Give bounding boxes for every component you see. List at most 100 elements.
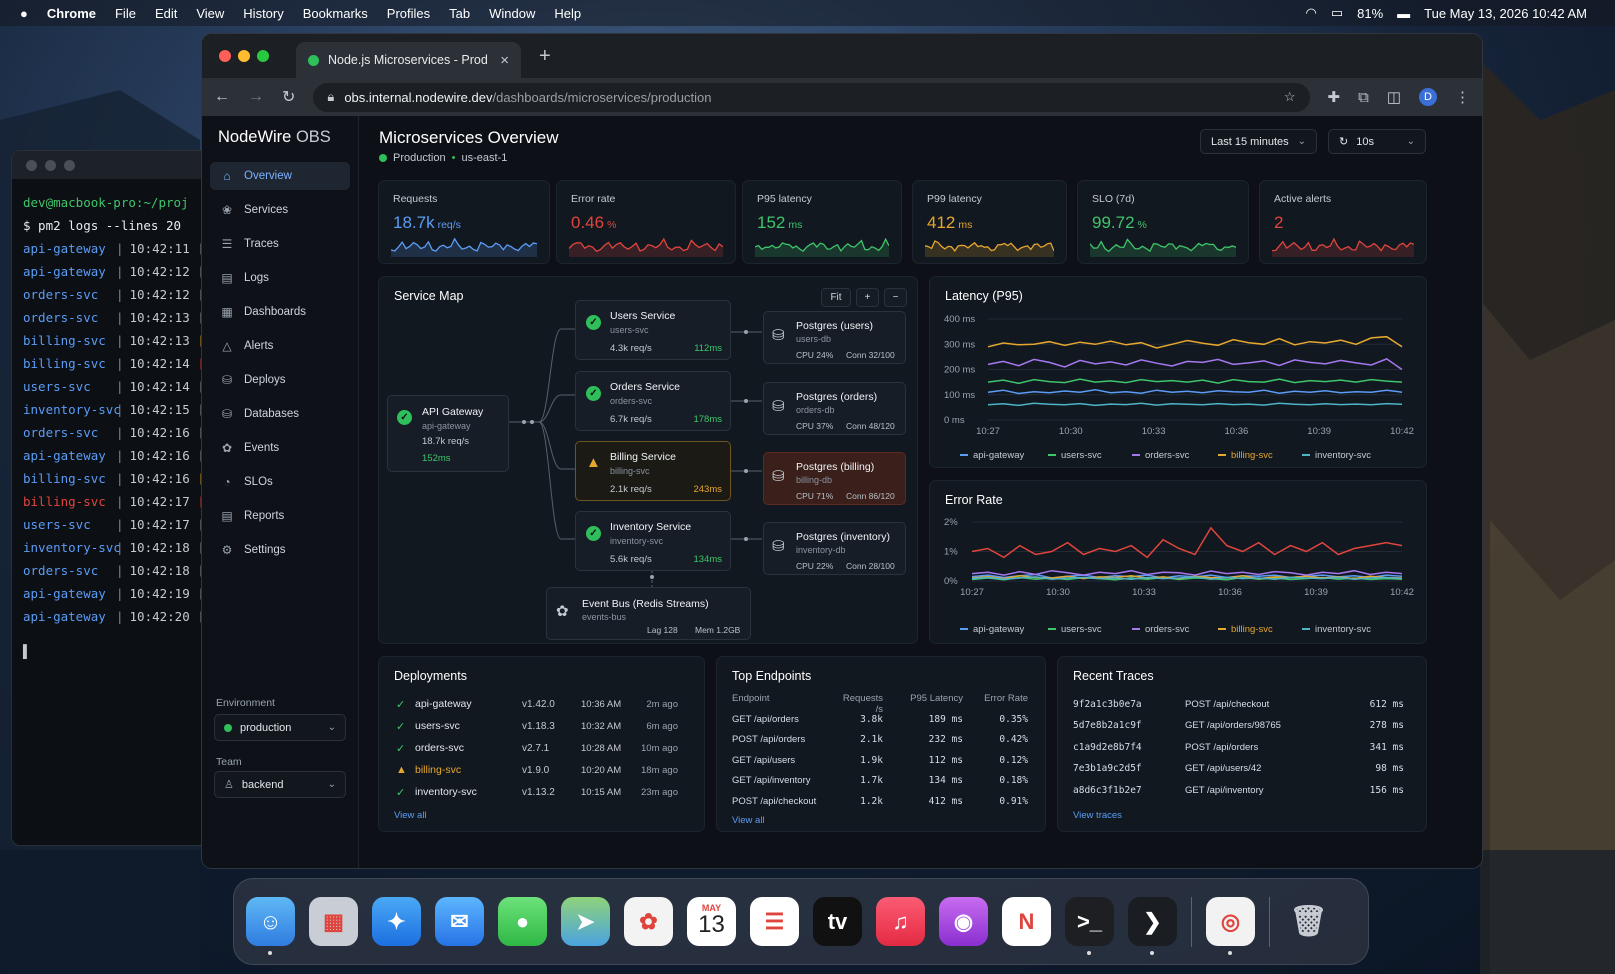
sidebar-item-reports[interactable]: ▤ Reports [210,502,350,530]
dock-mail-icon[interactable]: ✉ [435,897,484,946]
new-tab-button[interactable]: + [539,45,551,68]
deployment-row[interactable]: ▲ billing-svc v1.9.0 10:20 AM 18m ago [379,759,704,781]
sidebar-item-slos[interactable]: ◔ SLOs [210,468,350,496]
sidebar-item-traces[interactable]: ☰ Traces [210,230,350,258]
sidebar-item-overview[interactable]: ⌂ Overview [210,162,350,190]
sidebar-item-deploys[interactable]: ⛁ Deploys [210,366,350,394]
clock[interactable]: Tue May 13, 2026 10:42 AM [1424,6,1587,21]
forward-icon[interactable]: → [248,88,264,106]
battery-percent[interactable]: 81% [1357,6,1383,21]
zoom-dot[interactable] [64,159,75,171]
node-orders-svc[interactable]: ✓ Orders Service orders-svc 6.7k req/s 178ms [575,371,731,431]
kpi-card-requests[interactable]: Requests 18.7k req/s [378,180,550,264]
trace-row[interactable]: 9f2a1c3b0e7a POST /api/checkout 612 ms [1058,693,1426,715]
terminal-output[interactable]: dev@macbook-pro:~/proj $ pm2 logs --line… [12,179,210,663]
dock-maps-icon[interactable]: ➤ [561,897,610,946]
extensions-icon[interactable]: ✚ [1328,88,1341,106]
menu-help[interactable]: Help [554,6,581,21]
terminal-window[interactable]: dev@macbook-pro:~/proj $ pm2 logs --line… [11,150,211,846]
endpoint-row[interactable]: GET /api/orders 3.8k 189 ms 0.35% [717,708,1045,730]
zoom-window-button[interactable] [257,50,269,62]
bookmark-star-icon[interactable]: ☆ [1284,89,1296,105]
reload-icon[interactable]: ↻ [282,87,295,107]
address-bar[interactable]: 🔒︎ obs.internal.nodewire.dev/dashboards/… [313,82,1310,112]
sidebar-item-dashboards[interactable]: ▦ Dashboards [210,298,350,326]
node-inventory-db[interactable]: ⛁ Postgres (inventory) inventory-db CPU 22%… [763,522,906,575]
sidebar-item-alerts[interactable]: △ Alerts [210,332,350,360]
trace-row[interactable]: 7e3b1a9c2d5f GET /api/users/42 98 ms [1058,758,1426,780]
menu-edit[interactable]: Edit [155,6,177,21]
dock-podcasts-icon[interactable]: ◉ [939,897,988,946]
dock-music-icon[interactable]: ♫ [876,897,925,946]
kpi-card-p99-latency[interactable]: P99 latency 412 ms [912,180,1067,264]
dock-finder-icon[interactable]: ☺ [246,897,295,955]
menu-file[interactable]: File [115,6,136,21]
deployments-view-all-link[interactable]: View all [394,810,427,821]
menu-tab[interactable]: Tab [449,6,470,21]
wifi-icon[interactable]: ◠ [1305,5,1316,21]
refresh-interval-select[interactable]: ↻ 10s ⌄ [1328,129,1426,154]
time-range-select[interactable]: Last 15 minutes ⌄ [1200,129,1317,154]
sidebar-item-logs[interactable]: ▤ Logs [210,264,350,292]
menu-profiles[interactable]: Profiles [387,6,430,21]
deployment-row[interactable]: ✓ api-gateway v1.42.0 10:36 AM 2m ago [379,693,704,715]
node-orders-db[interactable]: ⛁ Postgres (orders) orders-db CPU 37% Conn 4… [763,382,906,435]
dock-trash-icon[interactable]: 🗑 [1284,897,1333,946]
sidebar-item-databases[interactable]: ⛁ Databases [210,400,350,428]
node-billing-db[interactable]: ⛁ Postgres (billing) billing-db CPU 71% Conn… [763,452,906,505]
dock-calendar-icon[interactable]: MAY 13 [687,897,736,946]
battery-small-icon[interactable]: ▭ [1331,5,1343,21]
dock-news-icon[interactable]: N [1002,897,1051,946]
deployment-row[interactable]: ✓ inventory-svc v1.13.2 10:15 AM 23m ago [379,781,704,803]
team-select[interactable]: ♙ backend ⌄ [214,771,346,798]
dock-vscode-icon[interactable]: ❯ [1128,897,1177,955]
apple-icon[interactable]: ● [20,6,28,21]
kpi-card-p95-latency[interactable]: P95 latency 152 ms [742,180,902,264]
dock-chrome-icon[interactable]: ◎ [1206,897,1255,955]
trace-row[interactable]: 5d7e8b2a1c9f GET /api/orders/98765 278 ms [1058,715,1426,737]
app-menu-chrome[interactable]: Chrome [47,6,96,21]
dock-messages-icon[interactable]: ● [498,897,547,946]
environment-select[interactable]: production ⌄ [214,714,346,741]
dock-tv-icon[interactable]: tv [813,897,862,946]
dock-launchpad-icon[interactable]: ▦ [309,897,358,946]
brand-logo[interactable]: NodeWire OBS [202,116,358,162]
endpoint-row[interactable]: POST /api/orders 2.1k 232 ms 0.42% [717,729,1045,751]
deployment-row[interactable]: ✓ orders-svc v2.7.1 10:28 AM 10m ago [379,737,704,759]
menu-window[interactable]: Window [489,6,535,21]
endpoint-row[interactable]: GET /api/inventory 1.7k 134 ms 0.18% [717,770,1045,792]
terminal-cursor[interactable]: ▌ [23,640,210,663]
kpi-card-error-rate[interactable]: Error rate 0.46% [556,180,736,264]
latency-chart[interactable]: 400 ms 300 ms 200 ms 100 ms 0 ms 10:27 10:30 10… [930,277,1428,469]
close-dot[interactable] [26,159,37,171]
tab-search-icon[interactable]: ⧉ [1358,89,1369,106]
node-api-gateway[interactable]: ✓ API Gateway api-gateway 18.7k req/s 15… [387,395,509,472]
browser-tab[interactable]: Node.js Microservices - Prod × [296,42,521,78]
minimize-window-button[interactable] [238,50,250,62]
side-panel-icon[interactable]: ◫ [1387,88,1401,106]
view-traces-link[interactable]: View traces [1073,810,1122,821]
kpi-card-active-alerts[interactable]: Active alerts 2 [1259,180,1427,264]
endpoints-view-all-link[interactable]: View all [732,815,765,826]
endpoint-row[interactable]: GET /api/users 1.9k 112 ms 0.12% [717,749,1045,771]
dock-photos-icon[interactable]: ✿ [624,897,673,946]
dock-safari-icon[interactable]: ✦ [372,897,421,946]
kpi-card-slo-7d[interactable]: SLO (7d) 99.72% [1077,180,1249,264]
menu-view[interactable]: View [196,6,224,21]
trace-row[interactable]: a8d6c3f1b2e7 GET /api/inventory 156 ms [1058,779,1426,801]
node-event-bus[interactable]: ✿ Event Bus (Redis Streams) events-bus L… [546,587,751,640]
profile-avatar[interactable]: D [1419,88,1437,106]
trace-row[interactable]: c1a9d2e8b7f4 POST /api/orders 341 ms [1058,736,1426,758]
dock-terminal-icon[interactable]: >_ [1065,897,1114,955]
more-menu-icon[interactable]: ⋮ [1455,88,1470,106]
sidebar-item-settings[interactable]: ⚙ Settings [210,536,350,564]
node-inventory-svc[interactable]: ✓ Inventory Service inventory-svc 5.6k req/… [575,511,731,571]
node-users-svc[interactable]: ✓ Users Service users-svc 4.3k req/s 112ms [575,300,731,360]
terminal-titlebar[interactable] [12,151,210,179]
error-rate-chart[interactable]: 2% 1% 0%10:27 10:30 10:33 10:36 10:39 10:42 api-… [930,481,1428,645]
menu-bookmarks[interactable]: Bookmarks [303,6,368,21]
deployment-row[interactable]: ✓ users-svc v1.18.3 10:32 AM 6m ago [379,715,704,737]
endpoint-row[interactable]: POST /api/checkout 1.2k 412 ms 0.91% [717,790,1045,812]
sidebar-item-services[interactable]: ❀ Services [210,196,350,224]
node-billing-svc[interactable]: ▲ Billing Service billing-svc 2.1k req/s 243… [575,441,731,501]
